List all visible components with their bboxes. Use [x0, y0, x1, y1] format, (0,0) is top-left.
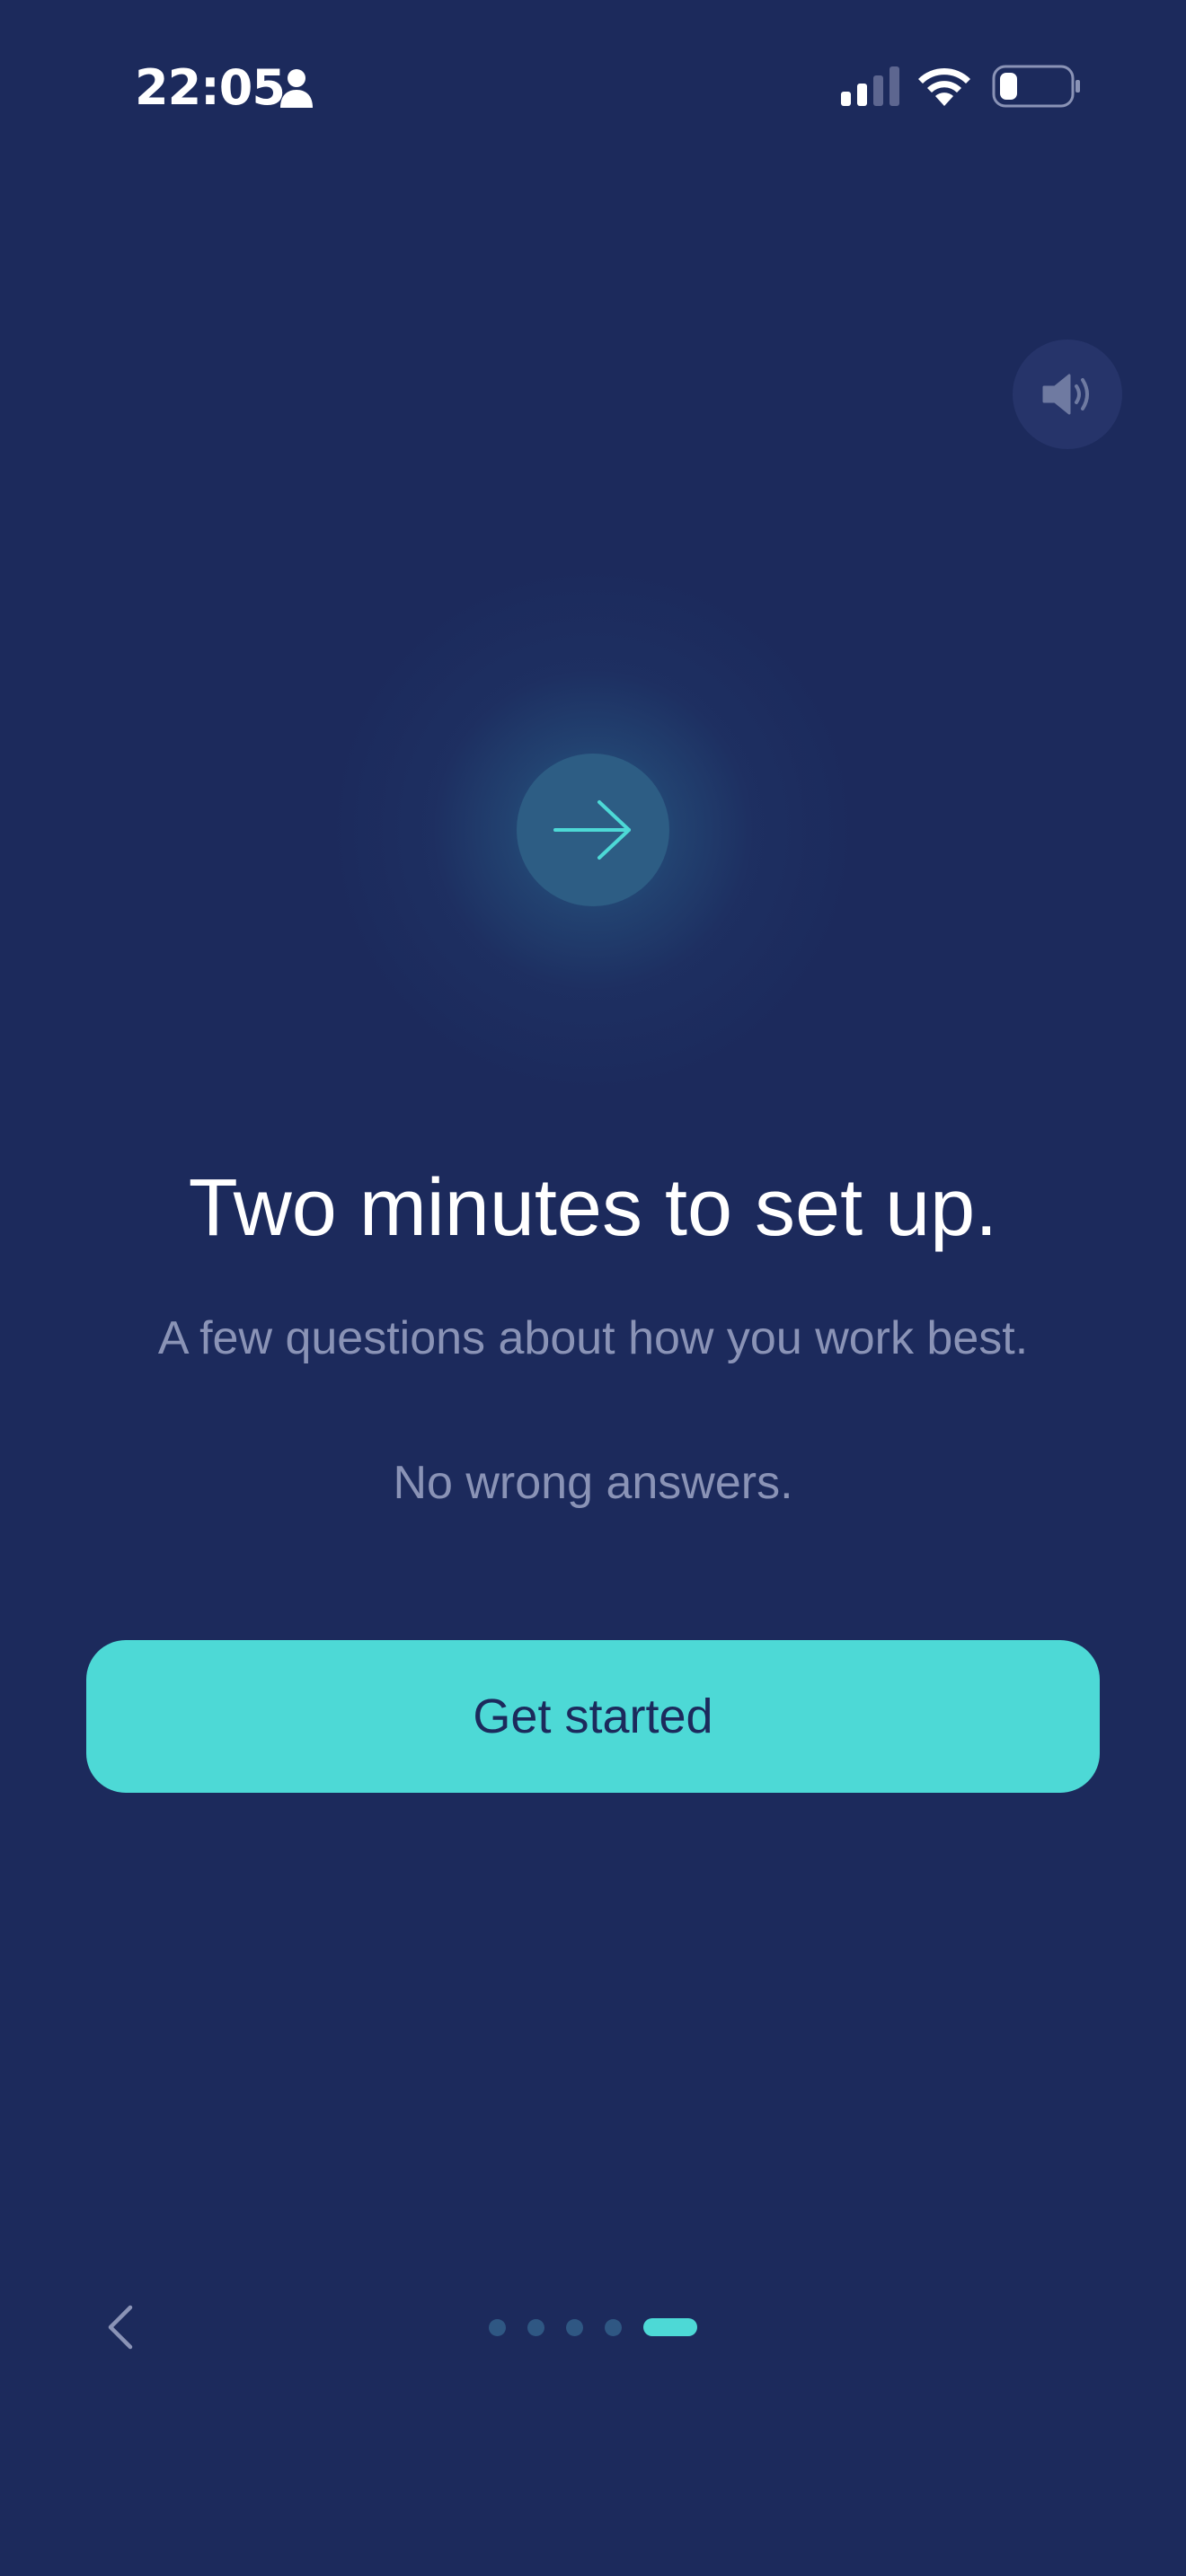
status-time: 22:05 [135, 58, 286, 116]
arrow-right-icon [553, 800, 631, 860]
onboarding-screen: 22:05 Two minutes to set up. A few quest… [0, 0, 1186, 2576]
wifi-icon [918, 67, 970, 106]
sound-toggle-button[interactable] [1013, 340, 1122, 449]
note-text: No wrong answers. [393, 1457, 793, 1509]
page-indicator [489, 2317, 697, 2337]
page-dot [489, 2318, 506, 2336]
page-dot [566, 2318, 583, 2336]
get-started-button[interactable]: Get started [86, 1640, 1100, 1793]
chevron-left-icon [108, 2305, 133, 2350]
person-icon [280, 69, 313, 108]
page-dot-active [643, 2318, 697, 2336]
cellular-signal-icon [841, 66, 899, 106]
hero-badge [517, 754, 669, 906]
page-title: Two minutes to set up. [188, 1163, 998, 1253]
battery-icon [992, 65, 1080, 108]
page-dot [527, 2318, 544, 2336]
page-dot [605, 2318, 622, 2336]
speaker-icon [1042, 374, 1089, 415]
back-button[interactable] [93, 2298, 147, 2357]
subtitle-text: A few questions about how you work best. [157, 1312, 1029, 1364]
